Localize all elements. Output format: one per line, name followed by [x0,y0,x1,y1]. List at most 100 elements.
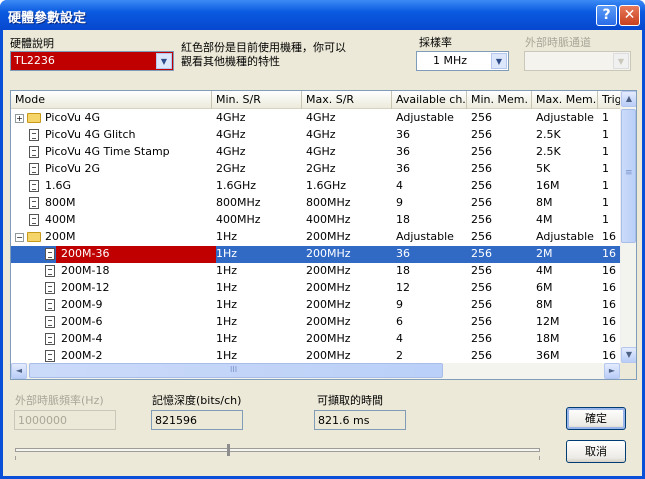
document-icon [45,282,55,294]
cell-available-ch: 9 [396,298,403,311]
cell-min-mem: 256 [471,128,492,141]
cell-available-ch: Adjustable [396,230,454,243]
chevron-down-icon[interactable]: ▼ [491,53,507,69]
progress-slider[interactable] [15,444,540,460]
table-row[interactable]: 200M-12 1Hz 200MHz 12 256 6M 16 [11,280,622,297]
document-icon [29,146,39,158]
slider-thumb[interactable] [227,444,230,456]
table-row[interactable]: PicoVu 4G Time Stamp 4GHz 4GHz 36 256 2.5K 1 [11,144,622,161]
cell-available-ch: 4 [396,179,403,192]
document-icon [29,163,39,175]
col-header-max-mem[interactable]: Max. Mem. [532,91,598,109]
table-row[interactable]: − 200M 1Hz 200MHz Adjustable 256 Adjustable 16 [11,229,622,246]
col-header-max-sr[interactable]: Max. S/R [302,91,392,109]
cell-min-mem: 256 [471,332,492,345]
cell-trig: 16 [602,230,616,243]
col-header-mode[interactable]: Mode [11,91,212,109]
col-header-available-ch[interactable]: Available ch. [392,91,467,109]
scroll-down-icon[interactable]: ▼ [621,347,636,363]
cell-max-sr: 200MHz [306,264,351,277]
cell-max-sr: 800MHz [306,196,351,209]
cell-min-mem: 256 [471,315,492,328]
cell-min-sr: 1Hz [216,349,238,362]
cell-max-mem: 36M [536,349,560,362]
cell-min-sr: 2GHz [216,162,246,175]
table-row[interactable]: 800M 800MHz 800MHz 9 256 8M 1 [11,195,622,212]
ext-clock-channel-combo[interactable]: ▼ [524,51,631,71]
cell-min-mem: 256 [471,230,492,243]
cell-mode: 200M-36 [61,247,110,260]
cell-trig: 16 [602,264,616,277]
table-row[interactable]: 400M 400MHz 400MHz 18 256 4M 1 [11,212,622,229]
table-row[interactable]: 200M-4 1Hz 200MHz 4 256 18M 16 [11,331,622,348]
table-row[interactable]: 200M-6 1Hz 200MHz 6 256 12M 16 [11,314,622,331]
document-icon [29,197,39,209]
cell-trig: 1 [602,196,609,209]
cell-available-ch: 36 [396,128,410,141]
chevron-down-icon[interactable]: ▼ [156,53,172,69]
ext-clock-freq-field[interactable]: 1000000 [14,410,116,430]
document-icon [45,316,55,328]
cell-max-mem: 2.5K [536,128,561,141]
sampling-combo[interactable]: 1 MHz ▼ [416,51,509,71]
cell-min-sr: 4GHz [216,111,246,124]
cell-min-mem: 256 [471,179,492,192]
cell-min-sr: 1Hz [216,281,238,294]
cell-min-sr: 1.6GHz [216,179,257,192]
table-row[interactable]: 200M-36 1Hz 200MHz 36 256 2M 16 [11,246,622,263]
table-row[interactable]: + PicoVu 4G 4GHz 4GHz Adjustable 256 Adjustabl… [11,110,622,127]
horizontal-scroll-thumb[interactable]: III [29,363,443,378]
cell-mode: 200M-9 [61,298,103,311]
cell-max-sr: 200MHz [306,349,351,362]
cell-min-sr: 1Hz [216,298,238,311]
cell-max-mem: 12M [536,315,560,328]
vertical-scroll-thumb[interactable]: ≡ [621,109,636,243]
col-header-min-mem[interactable]: Min. Mem. [467,91,532,109]
table-row[interactable]: PicoVu 2G 2GHz 2GHz 36 256 5K 1 [11,161,622,178]
folder-icon [27,113,41,123]
scroll-left-icon[interactable]: ◄ [11,363,27,379]
document-icon [45,333,55,345]
cell-min-sr: 800MHz [216,196,261,209]
cancel-button[interactable]: 取消 [566,440,626,463]
collapse-icon[interactable]: − [15,233,24,242]
expand-icon[interactable]: + [15,114,24,123]
col-header-min-sr[interactable]: Min. S/R [212,91,302,109]
capture-time-label: 可擷取的時間 [317,394,383,407]
scroll-up-icon[interactable]: ▲ [621,91,636,107]
vertical-scrollbar[interactable]: ▲ ≡ ▼ [620,91,636,363]
cell-min-mem: 256 [471,264,492,277]
table-row[interactable]: 200M-9 1Hz 200MHz 9 256 8M 16 [11,297,622,314]
cell-trig: 1 [602,213,609,226]
cell-max-sr: 200MHz [306,298,351,311]
slider-ticks [15,456,540,460]
cell-mode: 200M-4 [61,332,103,345]
cell-trig: 1 [602,111,609,124]
cell-available-ch: 36 [396,162,410,175]
cell-min-sr: 1Hz [216,230,238,243]
cell-max-sr: 200MHz [306,247,351,260]
table-row[interactable]: 1.6G 1.6GHz 1.6GHz 4 256 16M 1 [11,178,622,195]
table-row[interactable]: 200M-18 1Hz 200MHz 18 256 4M 16 [11,263,622,280]
horizontal-scrollbar[interactable]: ◄ III ► [11,363,622,379]
scroll-right-icon[interactable]: ► [604,363,620,379]
mode-list[interactable]: Mode Min. S/R Max. S/R Available ch. Min… [10,90,637,380]
hardware-combo[interactable]: TL2236 ▼ [10,51,174,71]
cell-max-mem: Adjustable [536,230,594,243]
document-icon [45,265,55,277]
table-row[interactable]: PicoVu 4G Glitch 4GHz 4GHz 36 256 2.5K 1 [11,127,622,144]
close-button[interactable]: ✕ [619,5,640,26]
cell-trig: 1 [602,162,609,175]
cell-mode: 400M [45,213,76,226]
dialog-window: 硬體參數設定 ? ✕ 硬體說明 TL2236 ▼ 紅色部份是目前使用機種，你可以… [0,0,645,479]
cell-mode: 800M [45,196,76,209]
ok-button[interactable]: 確定 [566,407,626,430]
grip-icon: ≡ [625,168,633,178]
cell-max-mem: 4M [536,213,553,226]
help-button[interactable]: ? [596,5,617,26]
cell-mode: PicoVu 2G [45,162,100,175]
title-bar[interactable]: 硬體參數設定 ? ✕ [0,0,645,30]
document-icon [45,248,55,260]
cell-available-ch: 18 [396,213,410,226]
cell-trig: 16 [602,315,616,328]
